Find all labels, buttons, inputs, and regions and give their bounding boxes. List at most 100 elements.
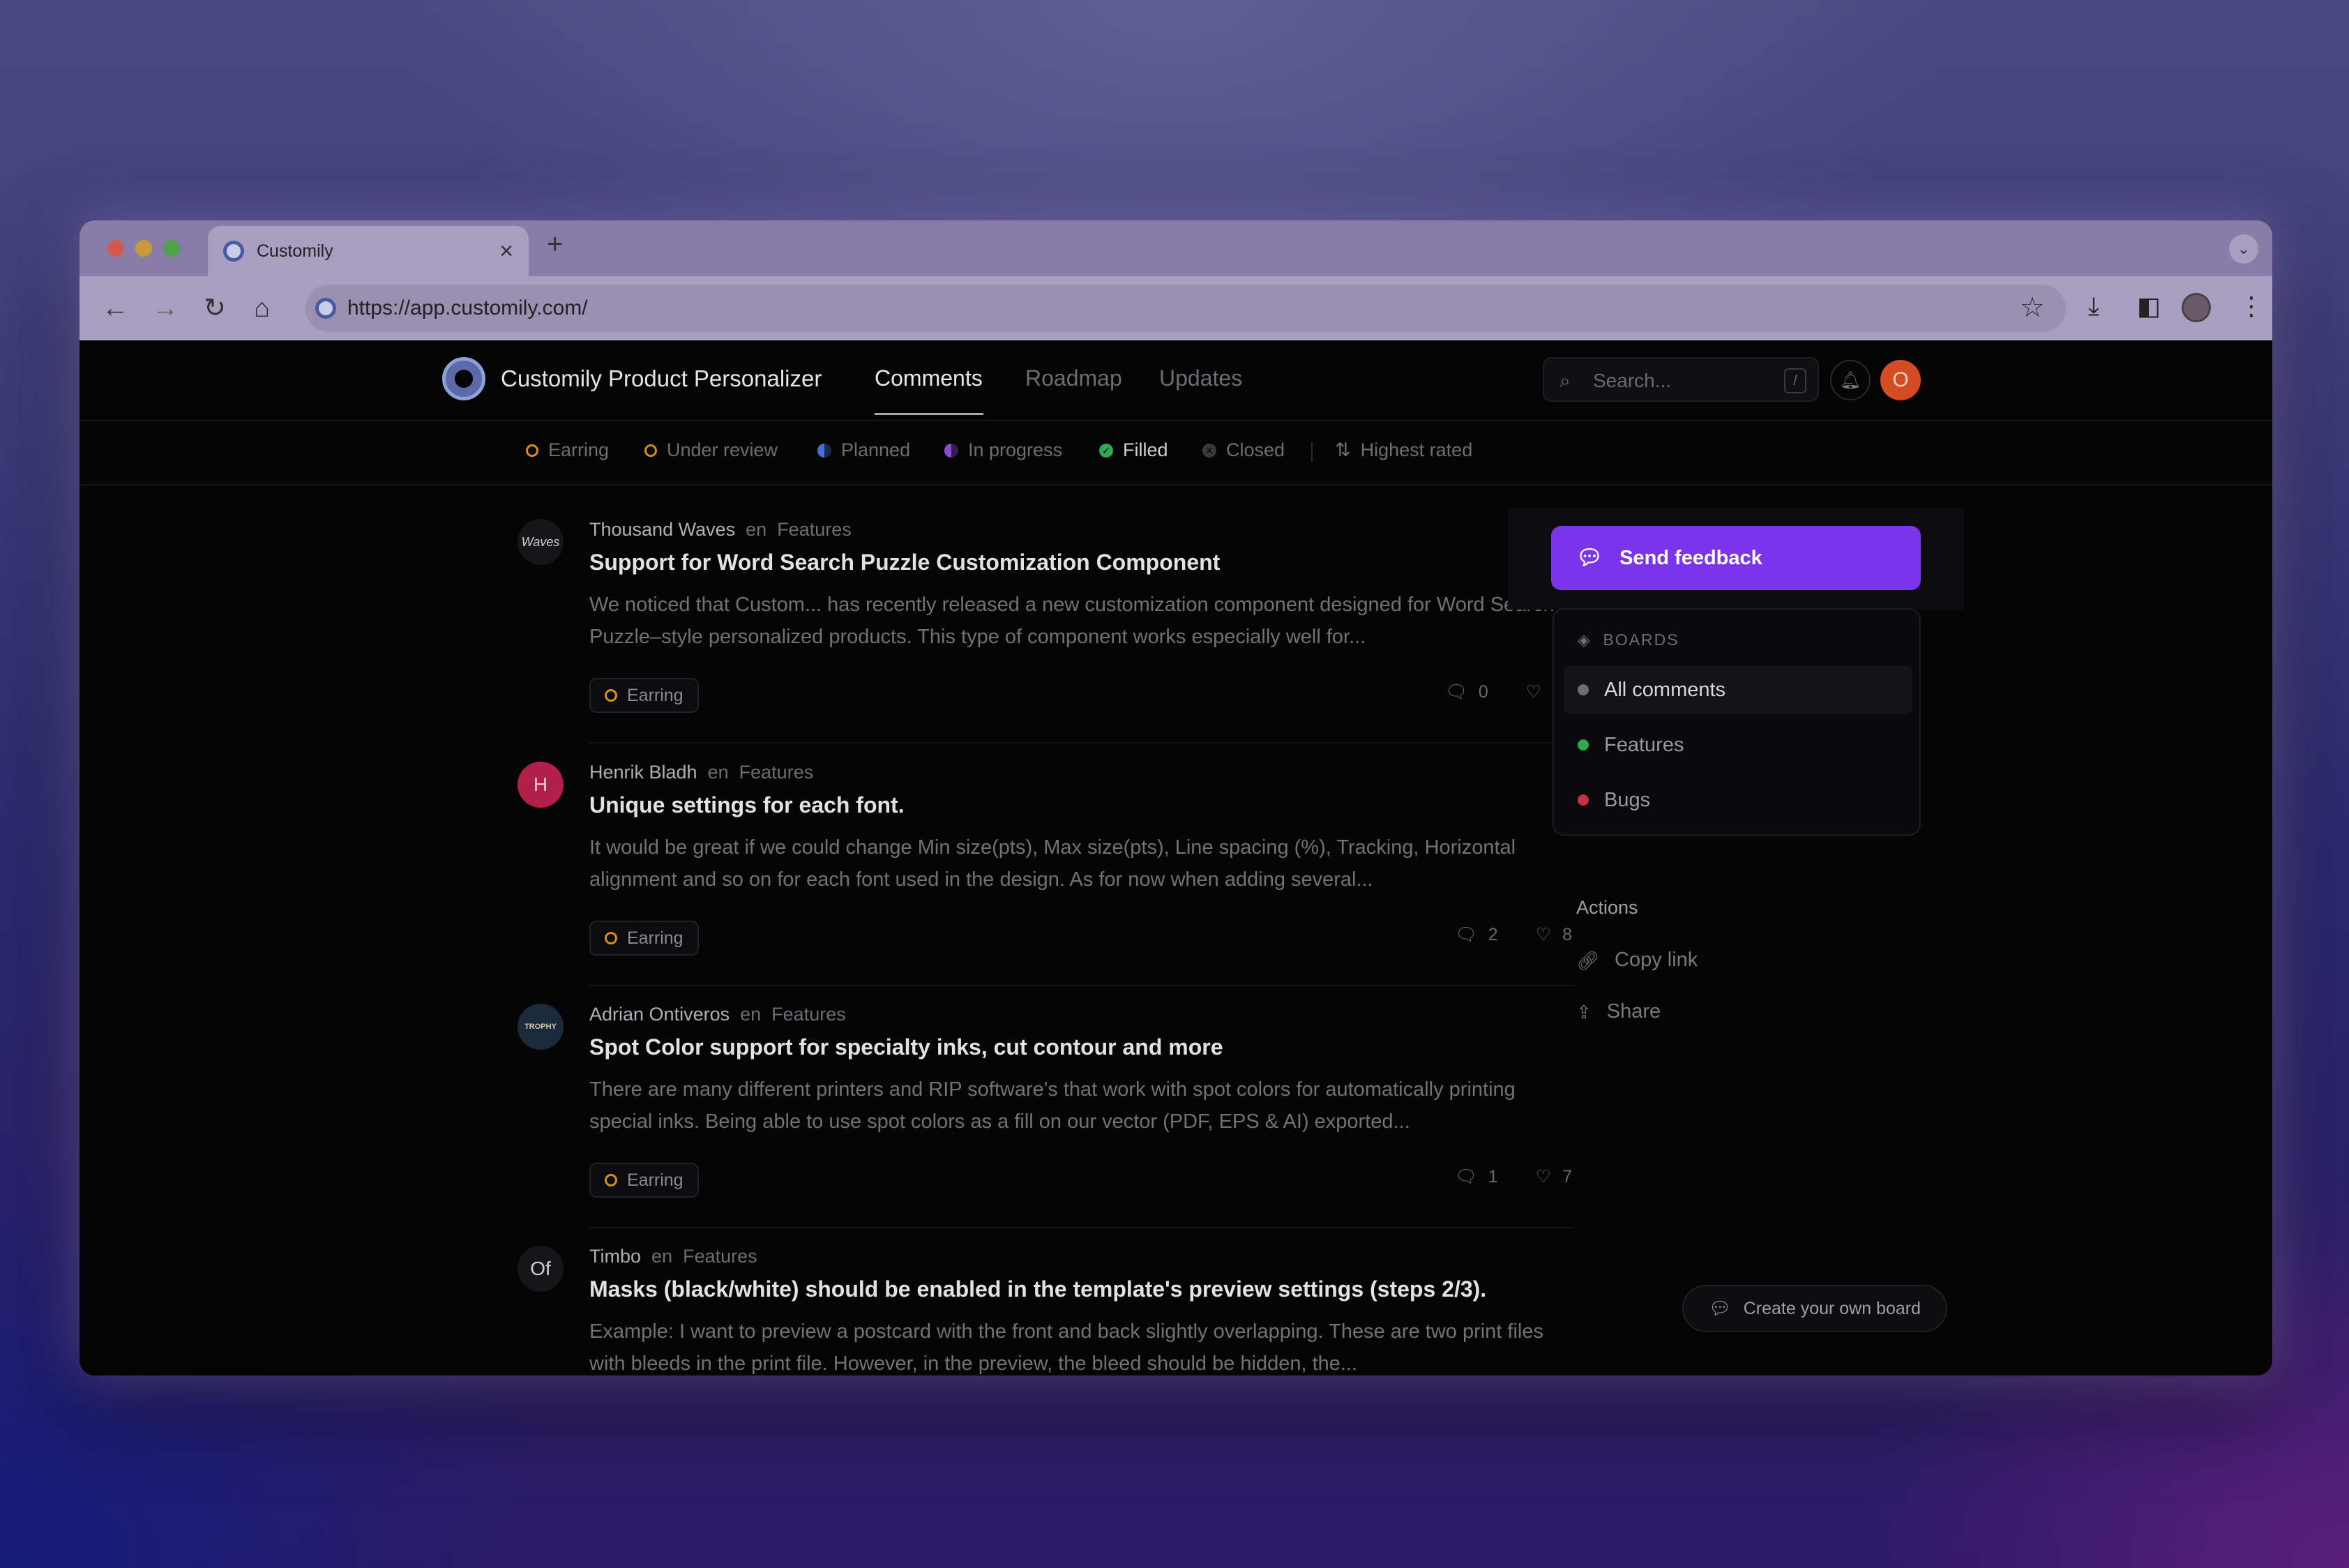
like-count: 8 bbox=[1562, 925, 1572, 944]
post-title[interactable]: Unique settings for each font. bbox=[589, 792, 905, 818]
heart-icon[interactable]: ♡ bbox=[1536, 1168, 1551, 1186]
copy-link-action[interactable]: 🔗︎ Copy link bbox=[1576, 949, 1698, 972]
meta-separator: en bbox=[707, 762, 729, 783]
profile-avatar[interactable] bbox=[2182, 293, 2211, 322]
filter-closed[interactable]: ✕ Closed bbox=[1202, 439, 1285, 461]
check-green-icon: ✓ bbox=[1099, 443, 1113, 458]
board-dot-icon bbox=[1578, 684, 1589, 695]
tab-close-icon[interactable]: × bbox=[499, 239, 513, 263]
x-circle-gray-icon: ✕ bbox=[1202, 443, 1216, 458]
post-item[interactable]: Waves Thousand Waves en Features Support… bbox=[518, 519, 1574, 744]
post-stats: 🗨︎ 2 ♡ 8 bbox=[1455, 925, 1572, 945]
status-label: Earring bbox=[627, 928, 683, 948]
sort-highest-rated[interactable]: ⇅ Highest rated bbox=[1335, 439, 1472, 461]
address-bar[interactable]: https://app.customily.com/ ☆ bbox=[305, 285, 2066, 332]
customily-logo-icon[interactable] bbox=[442, 357, 485, 400]
post-meta: Timbo en Features bbox=[589, 1246, 757, 1267]
browser-toolbar: ← → ↻ ⌂ https://app.customily.com/ ☆ ⤓ ◧… bbox=[80, 276, 2272, 340]
author-name[interactable]: Timbo bbox=[589, 1246, 641, 1267]
board-item-bugs[interactable]: Bugs bbox=[1564, 776, 1912, 824]
boards-panel: ◈ BOARDS All comments Features Bugs bbox=[1553, 608, 1921, 836]
browser-tab[interactable]: Customily × bbox=[208, 226, 529, 276]
create-board-label: Create your own board bbox=[1743, 1298, 1921, 1318]
site-info-icon[interactable] bbox=[315, 298, 336, 319]
meta-separator: en bbox=[740, 1004, 762, 1025]
actions-heading: Actions bbox=[1576, 897, 1638, 918]
notification-bell-icon[interactable]: 🔔︎ bbox=[1830, 360, 1871, 400]
user-avatar[interactable]: O bbox=[1880, 360, 1921, 400]
reload-icon[interactable]: ↻ bbox=[204, 292, 226, 325]
tab-comments[interactable]: Comments bbox=[875, 365, 983, 391]
author-name[interactable]: Henrik Bladh bbox=[589, 762, 697, 783]
filter-in-progress[interactable]: In progress bbox=[944, 439, 1062, 461]
home-icon[interactable]: ⌂ bbox=[254, 292, 270, 325]
post-divider bbox=[589, 742, 1574, 744]
board-dot-icon bbox=[1578, 794, 1589, 806]
half-circle-purple-icon bbox=[944, 443, 958, 458]
author-name[interactable]: Thousand Waves bbox=[589, 519, 735, 540]
filter-under-review[interactable]: Under review bbox=[644, 439, 778, 461]
status-badge[interactable]: Earring bbox=[589, 1163, 699, 1198]
ring-orange-icon bbox=[605, 932, 617, 944]
board-name[interactable]: Features bbox=[683, 1246, 757, 1267]
side-panel-icon[interactable]: ◧ bbox=[2137, 292, 2161, 321]
back-icon[interactable]: ← bbox=[102, 292, 128, 325]
customily-favicon-icon bbox=[223, 241, 244, 262]
author-name[interactable]: Adrian Ontiveros bbox=[589, 1004, 730, 1025]
tab-search-chevron-icon[interactable]: ⌄ bbox=[2229, 234, 2258, 264]
board-dot-icon bbox=[1578, 739, 1589, 751]
post-title[interactable]: Spot Color support for specialty inks, c… bbox=[589, 1034, 1223, 1060]
filter-earring[interactable]: Earring bbox=[526, 439, 609, 461]
comment-icon[interactable]: 🗨︎ bbox=[1455, 926, 1477, 944]
post-title[interactable]: Support for Word Search Puzzle Customiza… bbox=[589, 550, 1220, 575]
app-name[interactable]: Customily Product Personalizer bbox=[501, 365, 822, 392]
board-name[interactable]: Features bbox=[771, 1004, 846, 1025]
new-tab-button[interactable]: + bbox=[547, 229, 563, 260]
board-name[interactable]: Features bbox=[777, 519, 852, 540]
comment-count: 1 bbox=[1488, 1167, 1498, 1186]
comment-icon[interactable]: 🗨︎ bbox=[1445, 684, 1467, 701]
minimize-window-dot[interactable] bbox=[135, 240, 152, 257]
action-label: Share bbox=[1606, 1000, 1661, 1023]
meta-separator: en bbox=[746, 519, 767, 540]
tab-updates[interactable]: Updates bbox=[1159, 365, 1242, 391]
post-item[interactable]: TROPHY Adrian Ontiveros en Features Spot… bbox=[518, 1004, 1574, 1228]
filter-label: In progress bbox=[968, 439, 1063, 460]
ring-orange-icon bbox=[526, 444, 538, 457]
create-board-button[interactable]: 💬︎ Create your own board bbox=[1682, 1285, 1947, 1332]
post-body: We noticed that Custom... has recently r… bbox=[589, 594, 1555, 648]
download-icon[interactable]: ⤓ bbox=[2088, 292, 2099, 322]
author-avatar: H bbox=[518, 762, 564, 808]
board-item-all-comments[interactable]: All comments bbox=[1564, 665, 1912, 714]
post-item[interactable]: Of Timbo en Features Masks (black/white)… bbox=[518, 1246, 1572, 1375]
chat-bubble-icon: 💬︎ bbox=[1708, 1298, 1731, 1318]
tab-roadmap[interactable]: Roadmap bbox=[1025, 365, 1122, 391]
filter-planned[interactable]: Planned bbox=[817, 439, 910, 461]
filter-label: Planned bbox=[841, 439, 911, 460]
search-input[interactable]: ⌕ Search... / bbox=[1543, 357, 1819, 402]
close-window-dot[interactable] bbox=[107, 240, 124, 257]
bookmark-star-icon[interactable]: ☆ bbox=[2020, 292, 2045, 324]
post-title[interactable]: Masks (black/white) should be enabled in… bbox=[589, 1276, 1486, 1302]
post-item[interactable]: H Henrik Bladh en Features Unique settin… bbox=[518, 762, 1574, 986]
browser-menu-icon[interactable]: ⋮ bbox=[2239, 292, 2264, 321]
author-avatar: TROPHY bbox=[518, 1004, 564, 1050]
board-name[interactable]: Features bbox=[739, 762, 814, 783]
filter-label: Filled bbox=[1123, 439, 1168, 460]
heart-icon[interactable]: ♡ bbox=[1536, 926, 1551, 944]
heart-icon[interactable]: ♡ bbox=[1526, 684, 1541, 701]
send-feedback-button[interactable]: 💬︎ Send feedback bbox=[1551, 526, 1921, 590]
filter-filled[interactable]: ✓ Filled bbox=[1099, 439, 1168, 461]
forward-icon[interactable]: → bbox=[152, 292, 179, 325]
board-item-features[interactable]: Features bbox=[1564, 721, 1912, 769]
status-badge[interactable]: Earring bbox=[589, 921, 699, 956]
filter-divider bbox=[80, 484, 2272, 485]
share-action[interactable]: ⇪ Share bbox=[1576, 1000, 1661, 1023]
maximize-window-dot[interactable] bbox=[163, 240, 180, 257]
post-body: Example: I want to preview a postcard wi… bbox=[589, 1320, 1543, 1375]
author-avatar: Of bbox=[518, 1246, 564, 1292]
status-label: Earring bbox=[627, 685, 683, 705]
comment-icon[interactable]: 🗨︎ bbox=[1455, 1168, 1477, 1186]
search-placeholder: Search... bbox=[1593, 370, 1672, 391]
status-badge[interactable]: Earring bbox=[589, 678, 699, 713]
